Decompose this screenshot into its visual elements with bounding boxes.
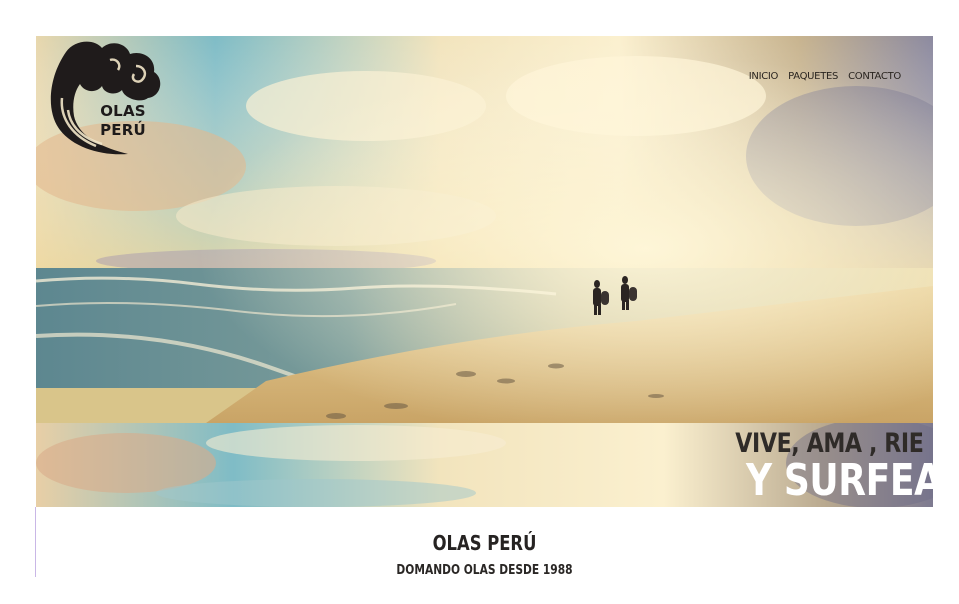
logo-text: OLAS PERÚ <box>98 102 148 140</box>
tagline-bottom: Y SURFEA <box>746 455 942 506</box>
nav-item-contacto[interactable]: CONTACTO <box>848 71 901 82</box>
logo[interactable]: OLAS PERÚ <box>44 38 168 160</box>
beach-scene-image <box>36 36 933 423</box>
main-nav: INICIO PAQUETES CONTACTO <box>749 71 902 82</box>
hero-image <box>36 36 933 423</box>
section-subtitle: DOMANDO OLAS DESDE 1988 <box>396 563 573 578</box>
wave-icon <box>50 41 161 155</box>
divider-line <box>35 507 36 577</box>
section-title: OLAS PERÚ <box>432 531 537 555</box>
nav-item-paquetes[interactable]: PAQUETES <box>788 71 838 82</box>
nav-item-inicio[interactable]: INICIO <box>749 71 779 82</box>
page: OLAS PERÚ INICIO PAQUETES CONTACTO VIVE,… <box>0 0 959 604</box>
logo-line-2: PERÚ <box>100 121 146 139</box>
logo-line-1: OLAS <box>100 102 146 120</box>
